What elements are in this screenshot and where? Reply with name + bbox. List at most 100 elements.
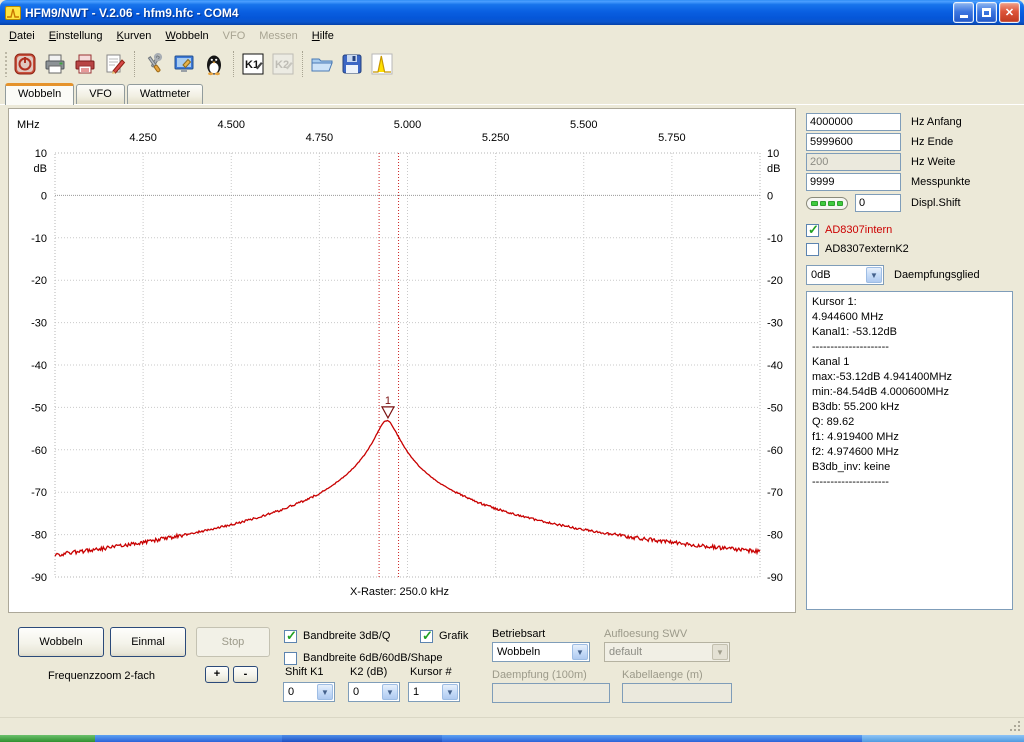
svg-text:5.750: 5.750 (658, 132, 686, 144)
kursor-value: 1 (413, 686, 419, 698)
einmal-button[interactable]: Einmal (110, 627, 186, 657)
displ-shift-input[interactable] (855, 194, 901, 212)
linux-penguin-icon (202, 52, 226, 76)
hz-weite-input (806, 153, 901, 171)
messpunkte-input[interactable] (806, 173, 901, 191)
chevron-down-icon: ▼ (866, 267, 882, 283)
k2-db-value: 0 (353, 686, 359, 698)
open-file-icon (310, 52, 334, 76)
svg-text:-30: -30 (767, 318, 783, 330)
tab-row: WobbelnVFOWattmeter (0, 82, 1024, 104)
bandbreite-3db-label: Bandbreite 3dB/Q (303, 630, 390, 642)
window-title: HFM9/NWT - V.2.06 - hfm9.hfc - COM4 (25, 6, 951, 20)
svg-text:-40: -40 (767, 360, 783, 372)
bandbreite-6db-checkbox[interactable] (284, 652, 297, 665)
power-off-icon (13, 52, 37, 76)
svg-text:-30: -30 (31, 318, 47, 330)
hz-ende-input[interactable] (806, 133, 901, 151)
content-area: MHz4.2504.5004.7505.0005.2505.5005.75010… (0, 104, 1024, 717)
svg-text:-80: -80 (767, 530, 783, 542)
daempfungsglied-label: Daempfungsglied (894, 269, 980, 281)
svg-text:dB: dB (767, 163, 780, 175)
aufloesung-swv-value: default (609, 646, 642, 658)
tab-vfo[interactable]: VFO (76, 84, 125, 104)
svg-text:-80: -80 (31, 530, 47, 542)
zoom-plus-button[interactable]: + (205, 666, 229, 683)
betriebsart-select[interactable]: Wobbeln ▼ (492, 642, 590, 662)
power-off-button[interactable] (10, 49, 40, 79)
ad8307-extern-checkbox[interactable] (806, 243, 819, 256)
taskbar[interactable] (0, 735, 1024, 742)
cursor-info-box: Kursor 1: 4.944600 MHz Kanal1: -53.12dB … (806, 291, 1013, 610)
chevron-down-icon: ▼ (382, 684, 398, 700)
svg-text:5.250: 5.250 (482, 132, 510, 144)
start-button[interactable] (0, 735, 95, 742)
tab-wattmeter[interactable]: Wattmeter (127, 84, 203, 104)
daempfung-label: Daempfung (100m) (492, 669, 587, 681)
grafik-checkbox[interactable] (420, 630, 433, 643)
svg-text:0: 0 (41, 190, 47, 202)
resize-grip-icon[interactable] (1009, 720, 1022, 733)
toolbar-separator (233, 51, 234, 77)
chevron-down-icon: ▼ (317, 684, 333, 700)
sweep-chart-panel: MHz4.2504.5004.7505.0005.2505.5005.75010… (8, 108, 796, 613)
svg-text:0: 0 (767, 190, 773, 202)
sweep-settings-panel: Hz Anfang Hz Ende Hz Weite Messpunkte Di… (806, 113, 1018, 287)
edit-report-button[interactable] (100, 49, 130, 79)
k2-db-select[interactable]: 0 ▼ (348, 682, 400, 702)
menu-vfo: VFO (216, 27, 253, 45)
shift-k1-select[interactable]: 0 ▼ (283, 682, 335, 702)
menu-kurven[interactable]: Kurven (110, 27, 159, 45)
svg-text:4.500: 4.500 (217, 119, 245, 131)
tab-wobbeln[interactable]: Wobbeln (5, 83, 74, 105)
ad8307-extern-label: AD8307externK2 (825, 243, 909, 255)
svg-text:-90: -90 (767, 572, 783, 584)
app-icon (5, 5, 21, 21)
menu-datei[interactable]: Datei (2, 27, 42, 45)
chevron-down-icon: ▼ (442, 684, 458, 700)
svg-text:dB: dB (34, 163, 47, 175)
edit-report-icon (103, 52, 127, 76)
settings-tools-button[interactable] (139, 49, 169, 79)
bandbreite-3db-checkbox[interactable] (284, 630, 297, 643)
taskbar-task-button[interactable] (282, 735, 442, 742)
close-icon: ✕ (1005, 6, 1014, 19)
svg-text:10: 10 (35, 148, 47, 160)
toolbar: K1K2 (0, 46, 1024, 82)
zoom-minus-button[interactable]: - (233, 666, 258, 683)
menu-einstellung[interactable]: Einstellung (42, 27, 110, 45)
sweep-progress-bar (806, 197, 848, 210)
screen-edit-button[interactable] (169, 49, 199, 79)
hz-weite-label: Hz Weite (911, 156, 955, 168)
menu-wobbeln[interactable]: Wobbeln (158, 27, 215, 45)
filter-curve-button[interactable] (367, 49, 397, 79)
close-button[interactable]: ✕ (999, 2, 1020, 23)
save-file-button[interactable] (337, 49, 367, 79)
svg-text:-50: -50 (31, 402, 47, 414)
minimize-icon (960, 15, 968, 18)
hz-anfang-input[interactable] (806, 113, 901, 131)
menu-hilfe[interactable]: Hilfe (305, 27, 341, 45)
print-red-button[interactable] (70, 49, 100, 79)
linux-penguin-button[interactable] (199, 49, 229, 79)
k1-curve-button[interactable]: K1 (238, 49, 268, 79)
maximize-icon (982, 8, 991, 17)
svg-text:-60: -60 (31, 445, 47, 457)
ad8307-intern-checkbox[interactable] (806, 224, 819, 237)
bandbreite-6db-label: Bandbreite 6dB/60dB/Shape (303, 652, 442, 664)
wobbeln-button[interactable]: Wobbeln (18, 627, 104, 657)
chevron-down-icon: ▼ (712, 644, 728, 660)
svg-text:MHz: MHz (17, 119, 40, 131)
open-file-button[interactable] (307, 49, 337, 79)
kursor-select[interactable]: 1 ▼ (408, 682, 460, 702)
maximize-button[interactable] (976, 2, 997, 23)
daempfungsglied-select[interactable]: 0dB ▼ (806, 265, 884, 285)
frequenzzoom-label: Frequenzzoom 2-fach (24, 670, 179, 682)
print-red-icon (73, 52, 97, 76)
k1-curve-icon: K1 (241, 52, 265, 76)
minimize-button[interactable] (953, 2, 974, 23)
print-button[interactable] (40, 49, 70, 79)
hz-ende-label: Hz Ende (911, 136, 953, 148)
kursor-label: Kursor # (410, 666, 452, 678)
menu-messen: Messen (252, 27, 305, 45)
